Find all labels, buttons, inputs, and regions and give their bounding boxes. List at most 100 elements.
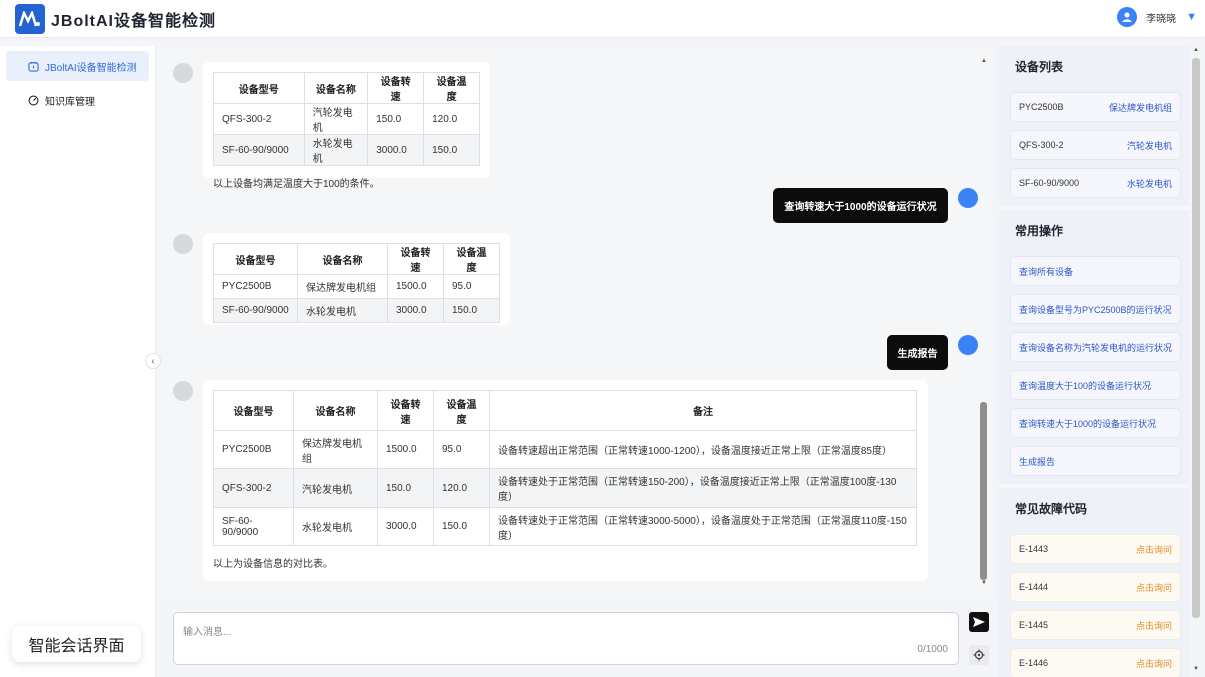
- table-header: 设备温度: [423, 72, 480, 104]
- fault-code: E-1444: [1019, 582, 1049, 592]
- table-header: 设备名称: [293, 390, 378, 431]
- table-header: 备注: [489, 390, 917, 431]
- bot-avatar: [173, 234, 193, 254]
- quick-op-item[interactable]: 查询所有设备: [1010, 256, 1181, 286]
- user-message: 查询转速大于1000的设备运行状况: [773, 188, 948, 223]
- device-model: PYC2500B: [1019, 102, 1064, 112]
- left-sidebar: JBoltAI设备智能检测 知识库管理 智能会话界面: [0, 46, 156, 677]
- bot-message-note: 以上为设备信息的对比表。: [213, 559, 333, 570]
- panel-scroll-up-arrow-icon[interactable]: ▲: [1193, 47, 1199, 53]
- table-cell: 3000.0: [387, 298, 444, 323]
- table-cell: 水轮发电机: [303, 134, 369, 166]
- table-header: 设备温度: [443, 243, 500, 275]
- user-message: 生成报告: [887, 335, 948, 370]
- scroll-up-arrow-icon[interactable]: ▲: [981, 58, 987, 64]
- table-cell: 汽轮发电机: [293, 468, 378, 508]
- device-list-item[interactable]: QFS-300-2 汽轮发电机: [1010, 130, 1181, 160]
- report-table: 设备型号 设备名称 设备转速 设备温度 备注 PYC2500B 保达牌发电机组 …: [213, 390, 917, 546]
- message-input[interactable]: 输入消息... 0/1000: [173, 612, 959, 665]
- table-header: 设备转速: [377, 390, 434, 431]
- user-avatar-icon[interactable]: [1117, 7, 1138, 27]
- table-row: SF-60-90/9000 水轮发电机 3000.0 150.0: [213, 134, 480, 166]
- caret-down-icon[interactable]: ▼: [1186, 11, 1197, 23]
- fault-code-item[interactable]: E-1445 点击询问: [1010, 610, 1181, 640]
- bot-avatar: [173, 381, 193, 401]
- send-button[interactable]: [969, 612, 989, 632]
- table-cell: PYC2500B: [213, 430, 294, 469]
- table-cell: PYC2500B: [213, 274, 298, 299]
- chat-interface-label[interactable]: 智能会话界面: [12, 626, 141, 662]
- fault-codes-title: 常见故障代码: [1015, 501, 1088, 516]
- scroll-down-arrow-icon[interactable]: ▼: [981, 580, 987, 586]
- ask-link[interactable]: 点击询问: [1136, 581, 1172, 594]
- user-avatar: [958, 335, 978, 355]
- table-cell: 设备转速处于正常范围（正常转速150-200），设备温度接近正常上限（正常温度1…: [489, 468, 917, 508]
- sidebar-item-device-detection[interactable]: JBoltAI设备智能检测: [6, 51, 149, 81]
- sidebar-item-knowledge-base[interactable]: 知识库管理: [6, 85, 149, 115]
- gear-icon: [973, 649, 985, 661]
- table-cell: 150.0: [423, 134, 480, 166]
- table-cell: 150.0: [367, 103, 425, 135]
- table-cell: 120.0: [433, 468, 490, 508]
- table-cell: 水轮发电机: [293, 507, 378, 546]
- fault-code-item[interactable]: E-1444 点击询问: [1010, 572, 1181, 602]
- fault-code-item[interactable]: E-1446 点击询问: [1010, 648, 1181, 677]
- panel-scroll-down-arrow-icon[interactable]: ▼: [1193, 666, 1199, 672]
- chat-scrollbar-thumb[interactable]: [980, 402, 987, 580]
- fault-code: E-1443: [1019, 544, 1049, 554]
- chat-area: 设备型号 设备名称 设备转速 设备温度 QFS-300-2 汽轮发电机 150.…: [163, 48, 993, 601]
- table-row: PYC2500B 保达牌发电机组 1500.0 95.0 设备转速超出正常范围（…: [213, 430, 917, 469]
- fault-code-item[interactable]: E-1443 点击询问: [1010, 534, 1181, 564]
- table-cell: QFS-300-2: [213, 103, 305, 135]
- device-name: 汽轮发电机: [1126, 140, 1172, 151]
- fault-code: E-1445: [1019, 620, 1049, 630]
- quick-op-item[interactable]: 查询温度大于100的设备运行状况: [1010, 370, 1181, 400]
- ask-link[interactable]: 点击询问: [1136, 657, 1172, 670]
- table-row: PYC2500B 保达牌发电机组 1500.0 95.0: [213, 274, 500, 299]
- table-cell: 水轮发电机: [297, 298, 388, 323]
- device-table: 设备型号 设备名称 设备转速 设备温度 PYC2500B 保达牌发电机组 150…: [213, 243, 500, 323]
- device-list-item[interactable]: PYC2500B 保达牌发电机组: [1010, 92, 1181, 122]
- table-cell: SF-60-90/9000: [213, 507, 294, 546]
- panel-scrollbar-thumb[interactable]: [1192, 58, 1200, 618]
- table-row: QFS-300-2 汽轮发电机 150.0 120.0 设备转速处于正常范围（正…: [213, 468, 917, 508]
- bot-message: 设备型号 设备名称 设备转速 设备温度 PYC2500B 保达牌发电机组 150…: [203, 233, 510, 325]
- sidebar-item-label: JBoltAI设备智能检测: [45, 62, 137, 74]
- ask-link[interactable]: 点击询问: [1136, 619, 1172, 632]
- table-cell: 3000.0: [367, 134, 425, 166]
- table-header: 设备型号: [213, 390, 294, 431]
- table-cell: 1500.0: [377, 430, 434, 469]
- user-avatar: [958, 188, 978, 208]
- table-header: 设备温度: [433, 390, 490, 431]
- message-input-placeholder: 输入消息...: [183, 627, 232, 638]
- quick-op-item[interactable]: 生成报告: [1010, 446, 1181, 476]
- quick-op-item[interactable]: 查询转速大于1000的设备运行状况: [1010, 408, 1181, 438]
- gauge-icon: [28, 95, 39, 105]
- table-cell: 保达牌发电机组: [297, 274, 388, 299]
- chevron-left-icon[interactable]: ‹: [145, 353, 161, 369]
- quick-op-item[interactable]: 查询设备型号为PYC2500B的运行状况: [1010, 294, 1181, 324]
- table-cell: 设备转速超出正常范围（正常转速1000-1200），设备温度接近正常上限（正常温…: [489, 430, 917, 469]
- device-table: 设备型号 设备名称 设备转速 设备温度 QFS-300-2 汽轮发电机 150.…: [213, 72, 480, 166]
- table-cell: 95.0: [443, 274, 500, 299]
- table-cell: 95.0: [433, 430, 490, 469]
- ask-link[interactable]: 点击询问: [1136, 543, 1172, 556]
- table-cell: 设备转速处于正常范围（正常转速3000-5000），设备温度处于正常范围（正常温…: [489, 507, 917, 546]
- app-title: JBoltAI设备智能检测: [51, 12, 217, 30]
- user-menu[interactable]: 李晓晓 ▼: [1117, 7, 1197, 27]
- table-cell: SF-60-90/9000: [213, 298, 298, 323]
- quick-op-item[interactable]: 查询设备名称为汽轮发电机的运行状况: [1010, 332, 1181, 362]
- table-row: QFS-300-2 汽轮发电机 150.0 120.0: [213, 103, 480, 135]
- table-cell: 汽轮发电机: [303, 103, 369, 135]
- bot-message-note: 以上设备均满足温度大于100的条件。: [213, 179, 380, 190]
- device-name: 水轮发电机: [1126, 178, 1172, 189]
- common-ops-title: 常用操作: [1015, 223, 1064, 238]
- settings-button[interactable]: [969, 645, 989, 665]
- table-header: 设备转速: [387, 243, 444, 275]
- device-list-item[interactable]: SF-60-90/9000 水轮发电机: [1010, 168, 1181, 198]
- bot-avatar: [173, 63, 193, 83]
- table-row: SF-60-90/9000 水轮发电机 3000.0 150.0 设备转速处于正…: [213, 507, 917, 546]
- device-list-title: 设备列表: [1015, 59, 1064, 74]
- app-logo-icon: [15, 3, 45, 34]
- table-header: 设备转速: [367, 72, 425, 104]
